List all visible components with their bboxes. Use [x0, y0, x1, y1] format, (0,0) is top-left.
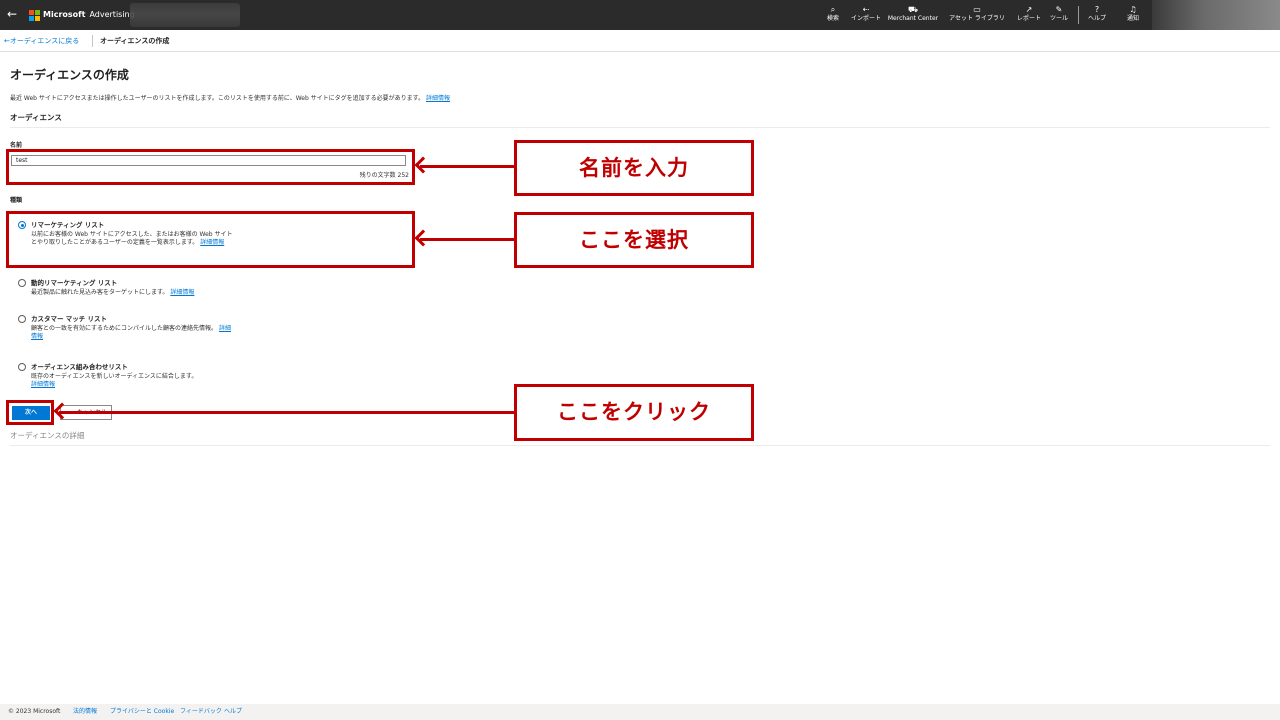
microsoft-logo-icon[interactable] — [29, 10, 40, 21]
callout-select-here: ここを選択 — [514, 212, 754, 268]
annotation-arrow-icon — [420, 165, 514, 168]
highlight-name-field — [6, 149, 415, 185]
breadcrumb: ←オーディエンスに戻る オーディエンスの作成 — [0, 31, 1280, 52]
nav-label: ヘルプ — [1087, 15, 1106, 22]
nav-merchant-center[interactable]: ⛟ Merchant Center — [886, 5, 940, 23]
back-to-audiences-link[interactable]: ←オーディエンスに戻る — [4, 36, 79, 46]
search-icon: ⌕ — [830, 5, 836, 14]
library-icon: ▭ — [973, 5, 981, 14]
radio-button[interactable] — [18, 279, 26, 287]
footer-privacy-link[interactable]: プライバシーと Cookie — [110, 708, 174, 716]
brand-advertising: Advertising — [89, 10, 135, 19]
brand-name[interactable]: Microsoft Advertising — [43, 9, 135, 21]
nav-report[interactable]: ↗ レポート — [1014, 5, 1044, 23]
learn-more-link[interactable]: 詳細情報 — [31, 381, 55, 388]
nav-tools[interactable]: ✎ ツール — [1046, 5, 1072, 23]
learn-more-link[interactable]: 詳細情報 — [426, 95, 450, 102]
footer-legal-link[interactable]: 法的情報 — [73, 708, 97, 716]
nav-label: 検索 — [826, 15, 839, 22]
nav-notifications[interactable]: ♫ 通知 — [1122, 5, 1144, 23]
nav-label: Merchant Center — [887, 15, 939, 22]
help-icon: ? — [1094, 5, 1100, 14]
section-divider — [10, 127, 1270, 128]
account-selector[interactable] — [130, 3, 240, 27]
radio-desc-text: 最近製品に触れた見込み客をターゲットにします。 — [31, 289, 169, 296]
wrench-icon: ✎ — [1055, 5, 1063, 14]
cart-icon: ⛟ — [907, 5, 919, 14]
type-label: 種類 — [10, 197, 23, 204]
callout-click-here: ここをクリック — [514, 384, 754, 441]
section-title-audience: オーディエンス — [10, 113, 62, 122]
radio-button[interactable] — [18, 363, 26, 371]
highlight-next-button — [6, 400, 54, 425]
breadcrumb-divider — [92, 35, 93, 47]
radio-description: 最近製品に触れた見込み客をターゲットにします。 詳細情報 — [31, 289, 236, 297]
footer: © 2023 Microsoft 法的情報 プライバシーと Cookie フィー… — [0, 704, 1280, 720]
page-description: 最近 Web サイトにアクセスまたは操作したユーザーのリストを作成します。このリ… — [10, 94, 450, 103]
nav-import[interactable]: ⇠ インポート — [847, 5, 885, 23]
footer-copyright: © 2023 Microsoft — [8, 708, 61, 715]
breadcrumb-current: オーディエンスの作成 — [100, 37, 170, 45]
description-text: 最近 Web サイトにアクセスまたは操作したユーザーのリストを作成します。このリ… — [10, 95, 425, 102]
user-profile[interactable] — [1152, 0, 1280, 30]
nav-label: ツール — [1049, 15, 1068, 22]
nav-divider — [1078, 6, 1079, 24]
callout-enter-name: 名前を入力 — [514, 140, 754, 196]
radio-description: 既存のオーディエンスを新しいオーディエンスに結合します。 詳細情報 — [31, 373, 236, 389]
footer-help-link[interactable]: ヘルプ — [224, 708, 242, 716]
report-icon: ↗ — [1025, 5, 1033, 14]
radio-desc-text: 顧客との一致を有効にするためにコンパイルした顧客の連絡先情報。 — [31, 325, 218, 332]
top-bar: ← Microsoft Advertising ⌕ 検索 ⇠ インポート ⛟ Me… — [0, 0, 1280, 30]
nav-help[interactable]: ? ヘルプ — [1084, 5, 1110, 23]
highlight-remarketing-option — [6, 211, 415, 268]
nav-search[interactable]: ⌕ 検索 — [822, 5, 844, 23]
nav-label: 通知 — [1126, 15, 1139, 22]
annotation-arrow-icon — [59, 411, 514, 414]
annotation-arrow-icon — [420, 238, 514, 241]
radio-description: 顧客との一致を有効にするためにコンパイルした顧客の連絡先情報。 詳細情報 — [31, 325, 236, 341]
back-arrow-icon[interactable]: ← — [7, 7, 17, 21]
bell-icon: ♫ — [1129, 5, 1137, 14]
brand-microsoft: Microsoft — [43, 10, 86, 19]
footer-feedback-link[interactable]: フィードバック — [180, 708, 222, 716]
page-title: オーディエンスの作成 — [10, 68, 129, 82]
radio-title: 動的リマーケティング リスト — [31, 279, 118, 287]
radio-button[interactable] — [18, 315, 26, 323]
audience-details-label: オーディエンスの詳細 — [10, 431, 85, 440]
radio-title: オーディエンス組み合わせリスト — [31, 363, 128, 371]
details-divider — [10, 445, 1270, 446]
import-icon: ⇠ — [862, 5, 870, 14]
nav-label: アセット ライブラリ — [949, 15, 1005, 22]
nav-label: レポート — [1016, 15, 1041, 22]
radio-desc-text: 既存のオーディエンスを新しいオーディエンスに結合します。 — [31, 373, 198, 380]
nav-asset-library[interactable]: ▭ アセット ライブラリ — [943, 5, 1011, 23]
learn-more-link[interactable]: 詳細情報 — [170, 289, 194, 296]
nav-label: インポート — [850, 15, 881, 22]
radio-title: カスタマー マッチ リスト — [31, 315, 108, 323]
